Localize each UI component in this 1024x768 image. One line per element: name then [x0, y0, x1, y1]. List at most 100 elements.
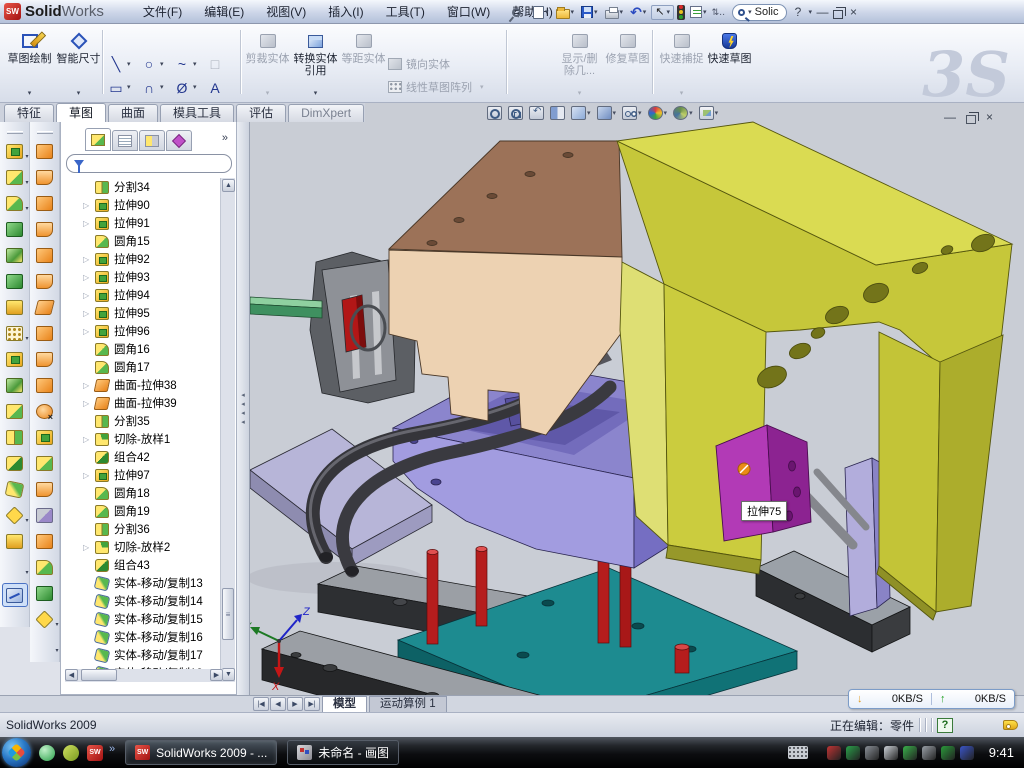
pin-icon[interactable] [510, 6, 523, 19]
surfaces-toolbar-button[interactable] [33, 297, 57, 318]
tab-motion-study[interactable]: 运动算例 1 [369, 696, 447, 712]
surfaces-toolbar-button[interactable] [33, 349, 57, 370]
tray-icon[interactable] [865, 746, 879, 760]
dropdown-icon[interactable]: ▾ [160, 84, 164, 91]
surfaces-toolbar-button[interactable]: ▾ [33, 609, 57, 630]
features-toolbar-button[interactable] [3, 427, 27, 448]
features-toolbar-button[interactable]: ▾ [3, 141, 27, 162]
dropdown-icon[interactable]: ▾ [25, 154, 28, 160]
expander-icon[interactable]: ▷ [83, 327, 95, 336]
tree-item[interactable]: 分割34 [63, 178, 223, 196]
dropdown-icon[interactable]: ▾ [25, 336, 28, 342]
expander-icon[interactable]: ▷ [83, 543, 95, 552]
features-toolbar-button[interactable] [3, 245, 27, 266]
tree-vertical-scrollbar[interactable]: ▲ ≡ ▼ [220, 178, 235, 682]
tree-item[interactable]: ▷拉伸93 [63, 268, 223, 286]
quick-launch-chevron-icon[interactable]: » [109, 743, 115, 755]
features-toolbar-button[interactable]: ▾ [3, 323, 27, 344]
apply-scene-button[interactable]: ▾ [673, 106, 693, 120]
sketch-entity-button[interactable]: A [205, 81, 238, 95]
quick-launch-messenger-icon[interactable] [39, 745, 55, 761]
overflow-icon[interactable]: ⇅‥ [712, 7, 726, 18]
surfaces-toolbar-button[interactable] [33, 479, 57, 500]
surfaces-toolbar-button[interactable] [33, 375, 57, 396]
tab-曲面[interactable]: 曲面 [108, 104, 158, 122]
tray-icon[interactable] [941, 746, 955, 760]
features-toolbar-button[interactable] [3, 531, 27, 552]
dropdown-icon[interactable]: ▾ [127, 84, 131, 91]
sketch-entity-button[interactable]: ╲▾ [106, 57, 139, 71]
dropdown-icon[interactable]: ▾ [55, 648, 58, 654]
features-toolbar-button[interactable]: ▾ [3, 505, 27, 526]
panel-splitter[interactable]: ◂◂◂◂ [237, 122, 250, 695]
dropdown-icon[interactable]: ▾ [25, 570, 28, 576]
doc-close-button[interactable]: × [986, 108, 993, 126]
manager-tab-dimxpert-manager[interactable] [166, 130, 192, 151]
new-document-button[interactable]: ▾ [531, 5, 551, 20]
tree-filter-input[interactable] [66, 154, 232, 173]
menu-item[interactable]: 工具(T) [375, 0, 436, 24]
restore-button[interactable] [833, 10, 843, 19]
print-button[interactable]: ▾ [603, 5, 626, 20]
zoom-area-button[interactable] [508, 106, 523, 120]
scroll-thumb[interactable]: ≡ [222, 588, 234, 640]
tray-icon[interactable] [903, 746, 917, 760]
taskbar-window-button[interactable]: SWSolidWorks 2009 - ... [125, 740, 277, 765]
expander-icon[interactable]: ▷ [83, 435, 95, 444]
edit-appearance-button[interactable]: ▾ [648, 106, 668, 120]
convert-entities-button[interactable]: 转换实体引用▾ [292, 28, 339, 99]
tree-item[interactable]: 实体-移动/复制17 [63, 646, 223, 664]
dropdown-icon[interactable]: ▾ [613, 110, 617, 117]
close-button[interactable]: × [846, 3, 861, 21]
tree-item[interactable]: ▷拉伸95 [63, 304, 223, 322]
tray-icon[interactable] [884, 746, 898, 760]
features-toolbar-button[interactable] [3, 401, 27, 422]
zoom-fit-button[interactable] [487, 106, 502, 120]
view-orientation-button[interactable]: ▾ [571, 106, 591, 120]
surfaces-toolbar-button[interactable] [33, 505, 57, 526]
dropdown-icon[interactable]: ▾ [55, 622, 58, 628]
tab-nav-button[interactable]: ▶ [287, 697, 303, 711]
surfaces-toolbar-button[interactable] [33, 193, 57, 214]
expander-icon[interactable]: ▷ [83, 381, 95, 390]
open-button[interactable]: ▾ [554, 5, 577, 20]
tree-item[interactable]: 实体-移动/复制14 [63, 592, 223, 610]
manager-tab-property-manager[interactable] [112, 130, 138, 151]
view-settings-button[interactable]: ▾ [699, 106, 719, 120]
tab-DimXpert[interactable]: DimXpert [288, 104, 364, 122]
expander-icon[interactable]: ▷ [83, 273, 95, 282]
dropdown-icon[interactable]: ▾ [25, 180, 28, 186]
help-dropdown-icon[interactable]: ▾ [808, 9, 812, 16]
options-button[interactable]: ▾ [688, 5, 709, 19]
tree-item[interactable]: 实体-移动/复制15 [63, 610, 223, 628]
dropdown-icon[interactable]: ▾ [664, 110, 668, 117]
tree-item[interactable]: ▷拉伸90 [63, 196, 223, 214]
undo-button[interactable]: ↶▾ [628, 4, 648, 20]
tab-特征[interactable]: 特征 [4, 104, 54, 122]
search-input[interactable]: Solic [755, 6, 779, 18]
menu-item[interactable]: 窗口(W) [436, 0, 501, 24]
dropdown-icon[interactable]: ▾ [193, 61, 197, 68]
part-handle-bar[interactable] [250, 297, 322, 318]
tray-icon[interactable] [827, 746, 841, 760]
surfaces-toolbar-button[interactable] [33, 557, 57, 578]
tab-nav-button[interactable]: ◀ [270, 697, 286, 711]
viewport-3d-model[interactable]: Y Z X [250, 103, 1024, 695]
features-toolbar-button[interactable] [3, 349, 27, 370]
select-tool-button[interactable]: ↖▾ [651, 5, 674, 20]
tree-item[interactable]: 实体-移动/复制13 [63, 574, 223, 592]
dropdown-icon[interactable]: ▾ [638, 110, 642, 117]
manager-tab-feature-tree[interactable] [85, 128, 111, 151]
surfaces-toolbar-button[interactable] [33, 167, 57, 188]
tree-item[interactable]: 组合43 [63, 556, 223, 574]
dropdown-icon[interactable]: ▾ [25, 518, 28, 524]
tree-item[interactable]: 圆角16 [63, 340, 223, 358]
tree-item[interactable]: 圆角19 [63, 502, 223, 520]
start-button[interactable] [2, 738, 31, 767]
tray-icon[interactable] [922, 746, 936, 760]
features-toolbar-button[interactable] [3, 219, 27, 240]
menu-item[interactable]: 插入(I) [317, 0, 374, 24]
save-button[interactable]: ▾ [579, 5, 600, 19]
tab-nav-button[interactable]: ▶| [304, 697, 320, 711]
minimize-button[interactable]: — [815, 3, 830, 21]
